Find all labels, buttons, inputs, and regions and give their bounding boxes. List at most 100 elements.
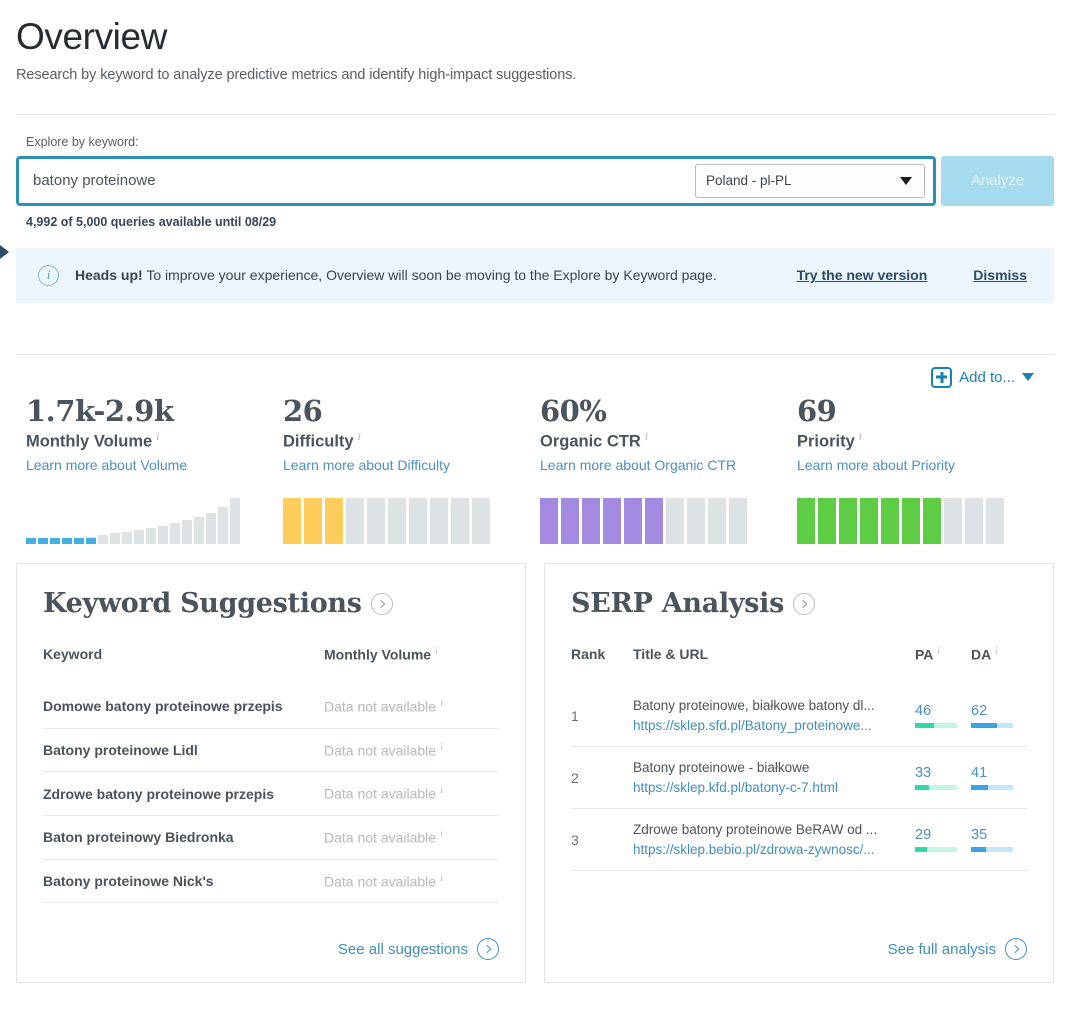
try-new-version-link[interactable]: Try the new version [797, 267, 928, 283]
add-to-button[interactable]: Add to... [16, 366, 1054, 388]
result-title: Batony proteinowe - białkowe [633, 760, 810, 776]
gauge-segment [666, 498, 684, 545]
see-all-suggestions-link[interactable]: See all suggestions [337, 938, 499, 961]
dismiss-link[interactable]: Dismiss [973, 267, 1027, 283]
pa-bar-fill [915, 785, 929, 791]
result-url-link[interactable]: https://sklep.kfd.pl/batony-c-7.html [633, 778, 915, 798]
locale-select[interactable]: Poland - pl-PL [695, 163, 925, 198]
gauge-segment [797, 498, 815, 545]
table-row[interactable]: Baton proteinowy Biedronka Data not avail… [43, 815, 499, 860]
panel-title: Keyword Suggestions [43, 588, 499, 619]
table-row[interactable]: Zdrowe batony proteinowe przepis Data not… [43, 771, 499, 817]
monthly-volume-value: Data not available [324, 786, 437, 803]
chevron-right-circle-icon [1005, 938, 1027, 961]
info-tooltip-icon[interactable]: i [435, 646, 438, 657]
da-bar [971, 723, 1013, 729]
info-tooltip-icon[interactable]: i [937, 646, 940, 657]
info-tooltip-icon[interactable]: i [440, 742, 443, 753]
sparkline-bar [50, 538, 60, 545]
sparkline-bar-highlight [50, 538, 60, 545]
header-divider [16, 113, 1054, 115]
rank-cell: 3 [571, 808, 633, 872]
info-tooltip-icon[interactable]: i [859, 431, 862, 443]
da-value: 62 [971, 703, 988, 720]
info-tooltip-icon[interactable]: i [645, 431, 648, 443]
see-full-analysis-label: See full analysis [887, 940, 996, 958]
keyword-suggestions-table: Keyword Monthly Volume i Domowe batony pr… [43, 646, 499, 904]
chevron-right-circle-icon [477, 938, 499, 961]
gauge-segment [582, 498, 600, 545]
metric-label-text: Monthly Volume [26, 432, 153, 451]
da-bar-fill [971, 785, 988, 791]
result-url-link[interactable]: https://sklep.sfd.pl/Batony_proteinowe..… [633, 716, 915, 736]
difficulty-gauge [283, 498, 540, 545]
gauge-segment [708, 498, 726, 545]
info-tooltip-icon[interactable]: i [440, 873, 443, 884]
learn-more-volume-link[interactable]: Learn more about Volume [26, 457, 283, 473]
keyword-cell: Domowe batony proteinowe przepis [43, 685, 324, 729]
gauge-segment [346, 498, 364, 545]
table-row[interactable]: 1 Batony proteinowe, białkowe batony dl..… [571, 685, 1027, 748]
search-box[interactable]: Poland - pl-PL [16, 155, 936, 206]
panels-row: Keyword Suggestions Keyword Monthly Volu… [16, 563, 1054, 984]
metric-label: Difficulty i [283, 431, 540, 452]
table-row[interactable]: Domowe batony proteinowe przepis Data not… [43, 685, 499, 729]
info-tooltip-icon[interactable]: i [358, 431, 361, 443]
keyword-search-input[interactable] [33, 172, 695, 190]
da-bar [971, 847, 1013, 853]
query-quota-text: 4,992 of 5,000 queries available until 0… [26, 214, 277, 229]
metric-organic-ctr: 60% Organic CTR i Learn more about Organi… [540, 394, 797, 545]
table-row[interactable]: 3 Zdrowe batony proteinowe BeRAW od ... ht… [571, 808, 1027, 872]
metric-label: Monthly Volume i [26, 431, 283, 452]
learn-more-difficulty-link[interactable]: Learn more about Difficulty [283, 457, 540, 473]
gauge-segment [451, 498, 469, 545]
learn-more-organic-ctr-link[interactable]: Learn more about Organic CTR [540, 457, 797, 473]
see-full-analysis-link[interactable]: See full analysis [887, 938, 1027, 961]
keyword-suggestions-panel: Keyword Suggestions Keyword Monthly Volu… [16, 563, 526, 984]
gauge-segment [923, 498, 941, 545]
gauge-segment [304, 498, 322, 545]
da-cell: 41 [971, 746, 1027, 810]
learn-more-priority-link[interactable]: Learn more about Priority [797, 457, 1054, 473]
sparkline-bar-highlight [26, 538, 36, 545]
da-value: 35 [971, 827, 988, 844]
info-tooltip-icon[interactable]: i [440, 698, 443, 709]
info-tooltip-icon[interactable]: i [440, 785, 443, 796]
info-tooltip-icon[interactable]: i [995, 646, 998, 657]
table-header-row: Rank Title & URL PA i DA i [571, 646, 1027, 685]
volume-sparkline-chart [26, 498, 283, 545]
gauge-segment [881, 498, 899, 545]
table-row[interactable]: Batony proteinowe Lidl Data not available… [43, 728, 499, 773]
chevron-right-circle-icon[interactable] [370, 592, 393, 615]
title-url-cell: Batony proteinowe, białkowe batony dl...… [633, 685, 915, 748]
table-row[interactable]: 2 Batony proteinowe - białkowe https://skl… [571, 746, 1027, 810]
pa-bar [915, 847, 957, 853]
serp-analysis-panel: SERP Analysis Rank Title & URL PA i DA i 1… [544, 563, 1054, 984]
overview-page: Overview Research by keyword to analyze … [0, 17, 1070, 1029]
result-url-link[interactable]: https://sklep.bebio.pl/zdrowa-zywnosc/..… [633, 840, 915, 860]
see-all-suggestions-label: See all suggestions [337, 940, 468, 958]
sparkline-bar [194, 517, 204, 545]
sparkline-bar [170, 523, 180, 545]
gauge-segment [409, 498, 427, 545]
locale-select-value: Poland - pl-PL [706, 173, 792, 189]
sparkline-bar-highlight [62, 538, 72, 545]
column-title-url: Title & URL [633, 646, 709, 663]
page-subtitle: Research by keyword to analyze predictiv… [16, 66, 577, 83]
sparkline-bar-highlight [38, 538, 48, 545]
column-keyword: Keyword [43, 646, 103, 663]
table-row[interactable]: Batony proteinowe Nick's Data not availab… [43, 859, 499, 904]
info-tooltip-icon[interactable]: i [156, 431, 159, 443]
rank-cell: 2 [571, 746, 633, 810]
chevron-right-circle-icon[interactable] [793, 592, 815, 615]
gauge-segment [944, 498, 962, 545]
banner-bold-text: Heads up! [75, 267, 143, 284]
sparkline-bar [218, 507, 228, 545]
rank-cell: 1 [571, 685, 633, 748]
title-url-cell: Batony proteinowe - białkowe https://skle… [633, 746, 915, 810]
sparkline-bar [74, 538, 84, 545]
analyze-button[interactable]: Analyze [941, 155, 1054, 206]
gauge-segment [325, 498, 343, 545]
info-tooltip-icon[interactable]: i [440, 829, 443, 840]
gauge-segment [283, 498, 301, 545]
